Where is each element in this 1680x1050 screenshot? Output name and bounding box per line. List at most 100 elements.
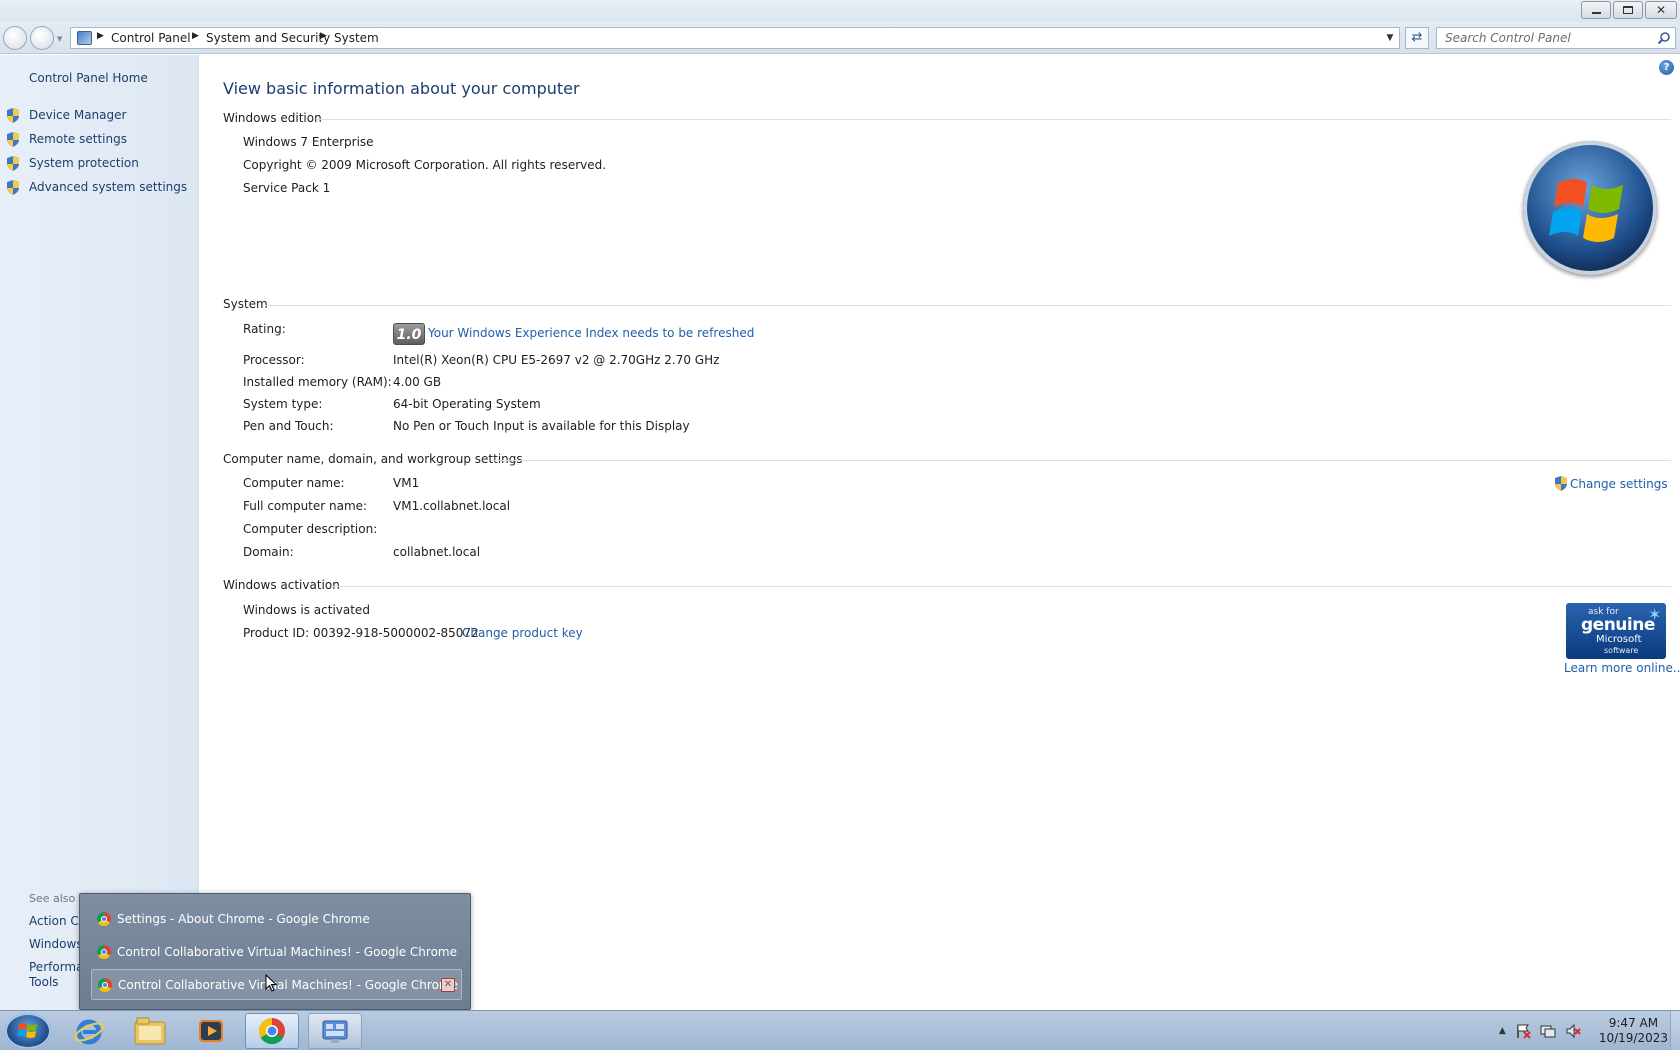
- device-manager-link[interactable]: Device Manager: [6, 106, 126, 124]
- system-protection-label: System protection: [29, 156, 139, 170]
- section-divider: [316, 119, 1671, 120]
- section-divider: [492, 460, 1671, 461]
- processor-label: Processor:: [243, 353, 305, 367]
- rating-label: Rating:: [243, 322, 286, 336]
- breadcrumb-system-and-security[interactable]: System and Security: [206, 31, 330, 45]
- internet-explorer-button[interactable]: [62, 1013, 116, 1049]
- control-panel-home-link[interactable]: Control Panel Home: [29, 71, 148, 85]
- breadcrumb-control-panel[interactable]: Control Panel: [111, 31, 191, 45]
- help-icon[interactable]: ?: [1659, 60, 1674, 75]
- advanced-system-settings-link[interactable]: Advanced system settings: [6, 178, 187, 196]
- page-title: View basic information about your comput…: [223, 79, 580, 98]
- pen-touch-value: No Pen or Touch Input is available for t…: [393, 419, 690, 433]
- change-settings-label: Change settings: [1570, 476, 1668, 491]
- chrome-window-title: Control Collaborative Virtual Machines! …: [117, 944, 457, 959]
- full-computer-name-value: VM1.collabnet.local: [393, 499, 511, 513]
- navigation-bar: ▼ ▶ Control Panel ▶ System and Security …: [0, 22, 1680, 54]
- windows-logo: [1523, 141, 1657, 275]
- genuine-line-2: genuine: [1581, 615, 1655, 635]
- chrome-window-title: Settings - About Chrome - Google Chrome: [117, 911, 370, 926]
- see-also-heading: See also: [29, 892, 76, 905]
- chrome-icon: [258, 1017, 285, 1045]
- genuine-line-4: software: [1604, 646, 1639, 655]
- breadcrumb-separator-icon[interactable]: ▶: [97, 31, 104, 41]
- internet-explorer-icon: [74, 1019, 104, 1045]
- copyright-text: Copyright © 2009 Microsoft Corporation. …: [243, 158, 607, 172]
- advanced-system-settings-label: Advanced system settings: [29, 180, 188, 194]
- show-desktop-button[interactable]: [1670, 1011, 1680, 1050]
- breadcrumb-separator-icon[interactable]: ▶: [192, 31, 199, 41]
- genuine-line-3: Microsoft: [1596, 634, 1642, 645]
- folder-icon: [134, 1017, 166, 1045]
- tasks-pane: Control Panel Home Device Manager Remote…: [0, 55, 199, 1010]
- close-window-icon[interactable]: ✕: [441, 978, 455, 992]
- system-type-value: 64-bit Operating System: [393, 397, 541, 411]
- experience-index-badge[interactable]: 1.0: [393, 323, 425, 345]
- computer-description-label: Computer description:: [243, 522, 378, 536]
- start-button[interactable]: [5, 1013, 51, 1049]
- chrome-icon: [97, 944, 111, 959]
- search-placeholder: Search Control Panel: [1445, 31, 1571, 45]
- media-player-button[interactable]: [184, 1013, 238, 1049]
- chrome-icon: [97, 911, 111, 926]
- minimize-button[interactable]: [1581, 1, 1611, 19]
- close-button[interactable]: ✕: [1645, 1, 1677, 19]
- service-pack-text: Service Pack 1: [243, 181, 331, 195]
- clock-date: 10/19/2023: [1598, 1031, 1668, 1045]
- windows-flag-icon: [1549, 179, 1623, 242]
- search-input[interactable]: Search Control Panel: [1436, 27, 1676, 49]
- action-center-flag-icon[interactable]: [1515, 1023, 1531, 1039]
- address-bar[interactable]: ▶ Control Panel ▶ System and Security ▶ …: [70, 27, 1400, 49]
- windows-explorer-button[interactable]: [123, 1013, 177, 1049]
- pen-touch-label: Pen and Touch:: [243, 419, 334, 433]
- section-divider: [331, 586, 1671, 587]
- restore-button[interactable]: [1613, 1, 1643, 19]
- chrome-window-item[interactable]: Settings - About Chrome - Google Chrome: [91, 903, 462, 934]
- chrome-window-thumbnail-list: Settings - About Chrome - Google Chrome …: [79, 893, 471, 1010]
- volume-muted-icon[interactable]: [1565, 1023, 1581, 1039]
- restore-icon: [1623, 6, 1633, 14]
- close-icon: ✕: [1655, 3, 1667, 17]
- chrome-icon: [98, 977, 112, 992]
- uac-shield-icon: [7, 131, 19, 147]
- activation-status: Windows is activated: [243, 603, 370, 617]
- network-icon[interactable]: [1540, 1023, 1556, 1039]
- control-panel-button[interactable]: [308, 1013, 362, 1049]
- show-hidden-icons-icon[interactable]: ▲: [1499, 1026, 1506, 1036]
- performance-tools-link-line2[interactable]: Tools: [29, 975, 59, 989]
- chrome-window-item[interactable]: Control Collaborative Virtual Machines! …: [91, 936, 462, 967]
- recent-pages-dropdown[interactable]: ▼: [57, 35, 62, 43]
- minimize-icon: [1591, 12, 1601, 14]
- breadcrumb-system[interactable]: System: [334, 31, 379, 45]
- domain-value: collabnet.local: [393, 545, 481, 559]
- refresh-button[interactable]: ⇄: [1405, 27, 1429, 49]
- genuine-microsoft-badge[interactable]: ask for genuine Microsoft software ✶: [1566, 603, 1666, 659]
- control-panel-icon: [77, 31, 92, 45]
- experience-index-link[interactable]: Your Windows Experience Index needs to b…: [428, 326, 754, 340]
- forward-button[interactable]: [30, 26, 54, 50]
- computer-name-value: VM1: [393, 476, 420, 490]
- back-button[interactable]: [3, 26, 27, 50]
- learn-more-online-link[interactable]: Learn more online...: [1564, 661, 1680, 675]
- change-settings-link[interactable]: Change settings: [1554, 476, 1668, 491]
- uac-shield-icon: [7, 179, 19, 195]
- system-protection-link[interactable]: System protection: [6, 154, 139, 172]
- remote-settings-link[interactable]: Remote settings: [6, 130, 127, 148]
- mouse-cursor-icon: [265, 974, 277, 992]
- main-content: ? View basic information about your comp…: [200, 55, 1680, 1010]
- device-manager-label: Device Manager: [29, 108, 127, 122]
- chrome-window-title: Control Collaborative Virtual Machines! …: [118, 977, 458, 992]
- star-icon: ✶: [1648, 605, 1662, 624]
- search-icon[interactable]: [1657, 31, 1671, 45]
- change-product-key-link[interactable]: Change product key: [462, 626, 583, 640]
- address-dropdown-icon[interactable]: ▼: [1383, 31, 1397, 45]
- action-center-link[interactable]: Action Ce: [29, 914, 86, 928]
- computer-name-label: Computer name:: [243, 476, 345, 490]
- media-player-icon: [199, 1020, 223, 1042]
- google-chrome-button[interactable]: [245, 1013, 299, 1049]
- windows-update-link[interactable]: Windows: [29, 937, 83, 951]
- remote-settings-label: Remote settings: [29, 132, 127, 146]
- performance-tools-link[interactable]: Performa: [29, 960, 83, 974]
- clock[interactable]: 9:47 AM 10/19/2023: [1599, 1016, 1668, 1046]
- breadcrumb-separator-icon[interactable]: ▶: [320, 31, 327, 41]
